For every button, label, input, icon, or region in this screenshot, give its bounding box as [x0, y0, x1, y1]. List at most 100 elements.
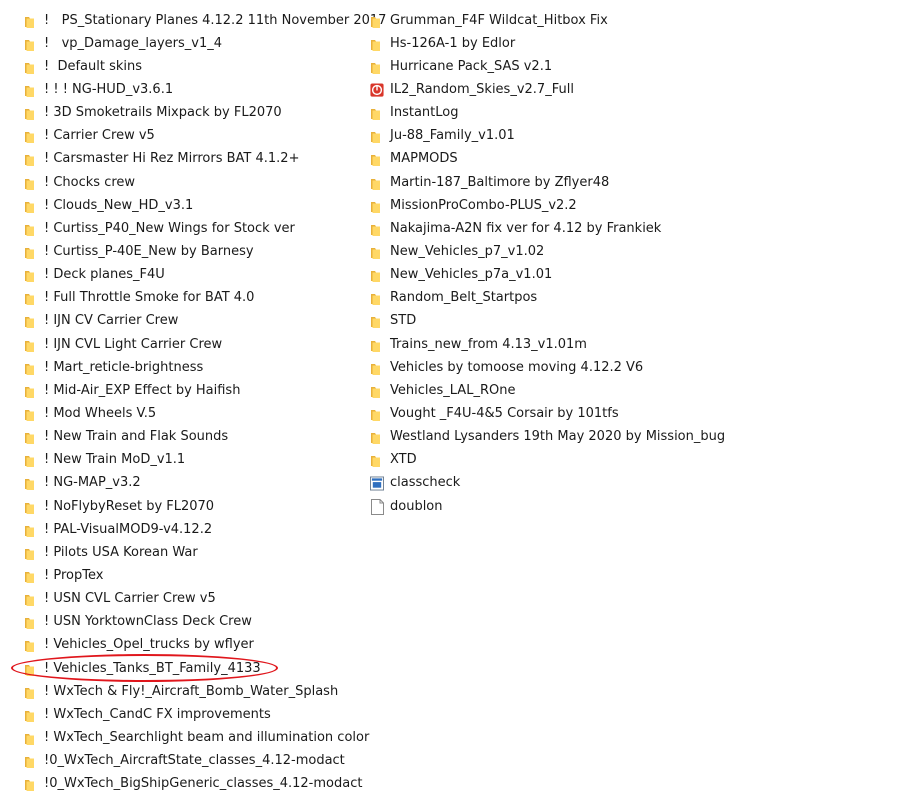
file-item[interactable]: Grumman_F4F Wildcat_Hitbox Fix	[370, 9, 890, 32]
folder-icon	[24, 429, 38, 445]
file-item-label: ! Carrier Crew v5	[44, 128, 155, 144]
folder-icon	[370, 337, 384, 353]
file-list-left-column: ! PS_Stationary Planes 4.12.2 11th Novem…	[24, 9, 386, 796]
folder-icon	[24, 684, 38, 700]
file-item-label: ! PAL-VisualMOD9-v4.12.2	[44, 521, 213, 537]
folder-icon	[24, 244, 38, 260]
file-item[interactable]: ! IJN CV Carrier Crew	[24, 310, 384, 333]
file-item[interactable]: ! vp_Damage_layers_v1_4	[24, 32, 384, 55]
folder-icon	[370, 221, 384, 237]
file-item-label: ! NG-MAP_v3.2	[44, 475, 141, 491]
folder-icon	[24, 568, 38, 584]
folder-icon	[24, 499, 38, 515]
file-item[interactable]: New_Vehicles_p7_v1.02	[370, 240, 890, 263]
file-item[interactable]: ! WxTech_Searchlight beam and illuminati…	[24, 726, 384, 749]
file-item[interactable]: ! PAL-VisualMOD9-v4.12.2	[24, 518, 384, 541]
file-item[interactable]: InstantLog	[370, 102, 890, 125]
folder-icon	[370, 128, 384, 144]
file-item-label: New_Vehicles_p7_v1.02	[390, 243, 545, 259]
file-item-label: Vehicles_LAL_ROne	[390, 382, 516, 398]
file-item[interactable]: ! Deck planes_F4U	[24, 264, 384, 287]
file-item[interactable]: New_Vehicles_p7a_v1.01	[370, 264, 890, 287]
folder-icon	[24, 36, 38, 52]
file-item-label: ! NoFlybyReset by FL2070	[44, 498, 215, 514]
file-item[interactable]: ! Vehicles_Opel_trucks by wflyer	[24, 634, 384, 657]
file-item[interactable]: Vought _F4U-4&5 Corsair by 101tfs	[370, 402, 890, 425]
folder-icon	[24, 151, 38, 167]
file-item[interactable]: ! Carsmaster Hi Rez Mirrors BAT 4.1.2+	[24, 148, 384, 171]
file-item-label: ! Curtiss_P-40E_New by Barnesy	[44, 243, 254, 259]
file-item[interactable]: ! NG-MAP_v3.2	[24, 472, 384, 495]
file-item[interactable]: ! Full Throttle Smoke for BAT 4.0	[24, 287, 384, 310]
file-item[interactable]: XTD	[370, 449, 890, 472]
file-item[interactable]: !0_WxTech_BigShipGeneric_classes_4.12-mo…	[24, 773, 384, 796]
file-item[interactable]: STD	[370, 310, 890, 333]
file-item-label: ! Mid-Air_EXP Effect by Haifish	[44, 382, 241, 398]
folder-icon	[370, 383, 384, 399]
file-item[interactable]: ! Chocks crew	[24, 171, 384, 194]
file-item[interactable]: ! Curtiss_P-40E_New by Barnesy	[24, 240, 384, 263]
file-item-label: ! ! ! NG-HUD_v3.6.1	[44, 81, 174, 97]
file-item[interactable]: Vehicles by tomoose moving 4.12.2 V6	[370, 356, 890, 379]
file-item-label: ! Curtiss_P40_New Wings for Stock ver	[44, 220, 295, 236]
file-item[interactable]: ! Carrier Crew v5	[24, 125, 384, 148]
file-item[interactable]: ! Mart_reticle-brightness	[24, 356, 384, 379]
file-item[interactable]: Trains_new_from 4.13_v1.01m	[370, 333, 890, 356]
file-item-label: !0_WxTech_BigShipGeneric_classes_4.12-mo…	[44, 776, 363, 792]
file-item[interactable]: doublon	[370, 495, 890, 518]
file-item[interactable]: IL2_Random_Skies_v2.7_Full	[370, 78, 890, 101]
file-item-label: ! Pilots USA Korean War	[44, 544, 198, 560]
file-item[interactable]: ! Vehicles_Tanks_BT_Family_4133	[24, 657, 384, 680]
folder-icon	[370, 406, 384, 422]
file-item[interactable]: ! PS_Stationary Planes 4.12.2 11th Novem…	[24, 9, 386, 32]
file-item[interactable]: ! Mod Wheels V.5	[24, 402, 384, 425]
file-item[interactable]: ! NoFlybyReset by FL2070	[24, 495, 384, 518]
file-item[interactable]: Nakajima-A2N fix ver for 4.12 by Frankie…	[370, 217, 890, 240]
file-item[interactable]: Martin-187_Baltimore by Zflyer48	[370, 171, 890, 194]
folder-icon	[24, 221, 38, 237]
exe-window-icon	[370, 475, 384, 491]
file-item[interactable]: ! Clouds_New_HD_v3.1	[24, 194, 384, 217]
folder-icon	[24, 360, 38, 376]
file-item[interactable]: Vehicles_LAL_ROne	[370, 379, 890, 402]
file-item[interactable]: Ju-88_Family_v1.01	[370, 125, 890, 148]
file-item[interactable]: ! WxTech & Fly!_Aircraft_Bomb_Water_Spla…	[24, 680, 384, 703]
file-item[interactable]: ! IJN CVL Light Carrier Crew	[24, 333, 384, 356]
file-item[interactable]: ! USN CVL Carrier Crew v5	[24, 588, 384, 611]
file-item[interactable]: ! New Train and Flak Sounds	[24, 426, 384, 449]
file-item-label: IL2_Random_Skies_v2.7_Full	[390, 81, 574, 97]
file-item[interactable]: ! PropTex	[24, 564, 384, 587]
folder-icon	[24, 290, 38, 306]
file-item-label: Ju-88_Family_v1.01	[390, 128, 515, 144]
file-item[interactable]: classcheck	[370, 472, 890, 495]
file-item[interactable]: Westland Lysanders 19th May 2020 by Miss…	[370, 426, 890, 449]
file-item[interactable]: ! USN YorktownClass Deck Crew	[24, 611, 384, 634]
folder-icon	[24, 59, 38, 75]
folder-icon	[370, 105, 384, 121]
file-item[interactable]: ! Default skins	[24, 55, 384, 78]
file-item-label: XTD	[390, 452, 417, 468]
file-item[interactable]: Hurricane Pack_SAS v2.1	[370, 55, 890, 78]
file-item[interactable]: ! New Train MoD_v1.1	[24, 449, 384, 472]
file-item-label: ! USN YorktownClass Deck Crew	[44, 614, 252, 630]
file-item[interactable]: ! ! ! NG-HUD_v3.6.1	[24, 78, 384, 101]
file-item-label: ! Chocks crew	[44, 174, 136, 190]
folder-icon	[24, 267, 38, 283]
file-item[interactable]: Hs-126A-1 by Edlor	[370, 32, 890, 55]
folder-icon	[24, 13, 38, 29]
file-item[interactable]: MissionProCombo-PLUS_v2.2	[370, 194, 890, 217]
file-item-label: doublon	[390, 498, 443, 514]
file-item[interactable]: ! Pilots USA Korean War	[24, 541, 384, 564]
file-item[interactable]: ! 3D Smoketrails Mixpack by FL2070	[24, 102, 384, 125]
file-item-label: New_Vehicles_p7a_v1.01	[390, 267, 553, 283]
file-item[interactable]: !0_WxTech_AircraftState_classes_4.12-mod…	[24, 750, 384, 773]
file-item[interactable]: ! WxTech_CandC FX improvements	[24, 703, 384, 726]
folder-icon	[24, 452, 38, 468]
file-item[interactable]: Random_Belt_Startpos	[370, 287, 890, 310]
file-item[interactable]: ! Curtiss_P40_New Wings for Stock ver	[24, 217, 384, 240]
file-item-label: ! Carsmaster Hi Rez Mirrors BAT 4.1.2+	[44, 151, 300, 167]
file-item-label: ! IJN CV Carrier Crew	[44, 313, 179, 329]
file-item[interactable]: MAPMODS	[370, 148, 890, 171]
file-item[interactable]: ! Mid-Air_EXP Effect by Haifish	[24, 379, 384, 402]
folder-icon	[24, 313, 38, 329]
